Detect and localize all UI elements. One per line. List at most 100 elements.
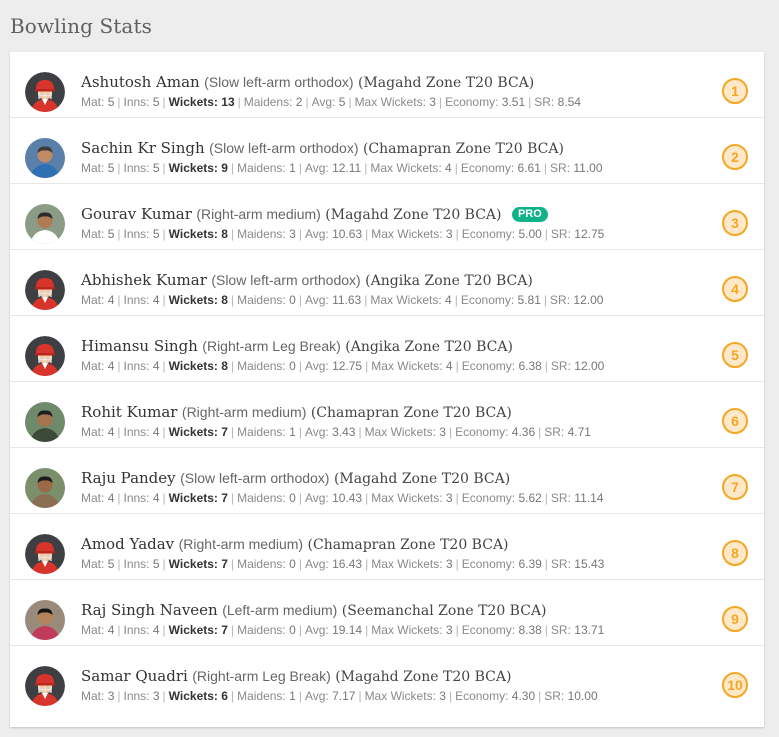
bowler-row-4[interactable]: Abhishek Kumar (Slow left-arm orthodox) … <box>10 250 764 316</box>
player-name[interactable]: Rohit Kumar <box>81 403 177 421</box>
inns-label: Inns: <box>123 359 150 373</box>
rank-badge: 9 <box>722 606 748 632</box>
avatar[interactable] <box>25 534 65 574</box>
bowler-row-7[interactable]: Raju Pandey (Slow left-arm orthodox) (Ma… <box>10 448 764 514</box>
wickets-label: Wickets: <box>168 227 218 241</box>
team-name: (Chamapran Zone T20 BCA) <box>307 537 509 553</box>
bowler-info: Sachin Kr Singh (Slow left-arm orthodox)… <box>81 139 704 176</box>
avatar[interactable] <box>25 666 65 706</box>
max-wickets-label: Max Wickets: <box>371 491 443 505</box>
stats-line: Mat: 4 | Inns: 4 | Wickets: 7 | Maidens: 0 | Avg… <box>81 623 605 637</box>
wickets-label: Wickets: <box>168 491 218 505</box>
bowler-row-9[interactable]: Raj Singh Naveen (Left-arm medium) (Seem… <box>10 580 764 646</box>
avatar[interactable] <box>25 204 65 244</box>
stats-line: Mat: 5 | Inns: 5 | Wickets: 8 | Maidens: 3 | Avg… <box>81 227 605 241</box>
player-name[interactable]: Sachin Kr Singh <box>81 139 205 157</box>
player-name[interactable]: Raju Pandey <box>81 469 176 487</box>
player-name[interactable]: Himansu Singh <box>81 337 198 355</box>
bowling-style: (Right-arm medium) <box>178 536 304 552</box>
max-wickets-label: Max Wickets: <box>370 161 442 175</box>
bowler-info: Gourav Kumar (Right-arm medium) (Magahd … <box>81 205 704 242</box>
maidens-label: Maidens: <box>237 227 286 241</box>
bowler-row-8[interactable]: Amod Yadav (Right-arm medium) (Chamapran… <box>10 514 764 580</box>
stats-line: Mat: 4 | Inns: 4 | Wickets: 7 | Maidens: 0 | Avg… <box>81 491 604 505</box>
bowler-row-10[interactable]: Samar Quadri (Right-arm Leg Break) (Maga… <box>10 646 764 712</box>
maidens-value: 1 <box>289 425 296 439</box>
max-wickets-label: Max Wickets: <box>354 95 426 109</box>
bowler-row-2[interactable]: Sachin Kr Singh (Slow left-arm orthodox)… <box>10 118 764 184</box>
bowler-info: Samar Quadri (Right-arm Leg Break) (Maga… <box>81 667 704 704</box>
inns-value: 4 <box>152 491 160 505</box>
player-name[interactable]: Gourav Kumar <box>81 205 192 223</box>
wickets-value: 7 <box>221 491 228 505</box>
mat-label: Mat: <box>81 227 105 241</box>
rank-badge: 2 <box>722 144 748 170</box>
team-name: (Magahd Zone T20 BCA) <box>335 669 512 685</box>
max-wickets-value: 4 <box>445 359 453 373</box>
avatar[interactable] <box>25 270 65 310</box>
economy-label: Economy: <box>445 95 499 109</box>
player-photo-icon <box>25 138 65 178</box>
sr-label: SR: <box>544 689 565 703</box>
wickets-value: 7 <box>221 557 228 571</box>
player-name[interactable]: Ashutosh Aman <box>81 73 200 91</box>
avg-label: Avg: <box>304 293 329 307</box>
avatar[interactable] <box>25 336 65 376</box>
rank-badge: 10 <box>722 672 748 698</box>
max-wickets-label: Max Wickets: <box>371 359 443 373</box>
avg-label: Avg: <box>304 623 329 637</box>
player-photo-icon <box>25 468 65 508</box>
max-wickets-label: Max Wickets: <box>371 623 443 637</box>
bowling-style: (Slow left-arm orthodox) <box>180 470 330 486</box>
mat-label: Mat: <box>81 161 105 175</box>
sr-label: SR: <box>550 227 571 241</box>
economy-value: 8.38 <box>518 623 542 637</box>
wickets-label: Wickets: <box>168 689 218 703</box>
bowler-row-6[interactable]: Rohit Kumar (Right-arm medium) (Chamapra… <box>10 382 764 448</box>
bowler-info: Ashutosh Aman (Slow left-arm orthodox) (… <box>81 73 704 110</box>
max-wickets-label: Max Wickets: <box>371 557 443 571</box>
avatar[interactable] <box>25 138 65 178</box>
economy-label: Economy: <box>455 425 509 439</box>
team-name: (Chamapran Zone T20 BCA) <box>362 141 564 157</box>
avg-label: Avg: <box>304 689 329 703</box>
player-name[interactable]: Raj Singh Naveen <box>81 601 218 619</box>
avatar[interactable] <box>25 402 65 442</box>
avg-value: 10.43 <box>332 491 363 505</box>
wickets-label: Wickets: <box>168 623 218 637</box>
max-wickets-value: 3 <box>445 557 453 571</box>
player-name[interactable]: Abhishek Kumar <box>81 271 207 289</box>
inns-label: Inns: <box>123 293 150 307</box>
avatar[interactable] <box>25 72 65 112</box>
avatar[interactable] <box>25 600 65 640</box>
economy-value: 4.36 <box>511 425 536 439</box>
bowler-row-5[interactable]: Himansu Singh (Right-arm Leg Break) (Ang… <box>10 316 764 382</box>
mat-label: Mat: <box>81 425 105 439</box>
bowler-row-3[interactable]: Gourav Kumar (Right-arm medium) (Magahd … <box>10 184 764 250</box>
bowler-row-1[interactable]: Ashutosh Aman (Slow left-arm orthodox) (… <box>10 52 764 118</box>
player-photo-icon <box>25 402 65 442</box>
mat-label: Mat: <box>81 689 105 703</box>
bowling-style: (Left-arm medium) <box>222 602 338 618</box>
maidens-value: 3 <box>289 227 296 241</box>
wickets-value: 7 <box>221 623 228 637</box>
bowling-style: (Right-arm Leg Break) <box>192 668 331 684</box>
avg-value: 7.17 <box>332 689 356 703</box>
economy-value: 6.39 <box>518 557 542 571</box>
mat-value: 4 <box>107 491 115 505</box>
sr-label: SR: <box>534 95 555 109</box>
max-wickets-value: 4 <box>445 293 452 307</box>
inns-value: 5 <box>152 95 160 109</box>
economy-label: Economy: <box>461 557 516 571</box>
maidens-value: 0 <box>289 293 296 307</box>
wickets-value: 8 <box>221 293 228 307</box>
inns-label: Inns: <box>123 425 150 439</box>
player-name[interactable]: Samar Quadri <box>81 667 188 685</box>
wickets-label: Wickets: <box>168 425 218 439</box>
team-name: (Seemanchal Zone T20 BCA) <box>341 603 547 619</box>
mat-label: Mat: <box>81 491 105 505</box>
max-wickets-value: 3 <box>429 95 436 109</box>
inns-value: 4 <box>152 293 160 307</box>
player-name[interactable]: Amod Yadav <box>81 535 174 553</box>
avatar[interactable] <box>25 468 65 508</box>
